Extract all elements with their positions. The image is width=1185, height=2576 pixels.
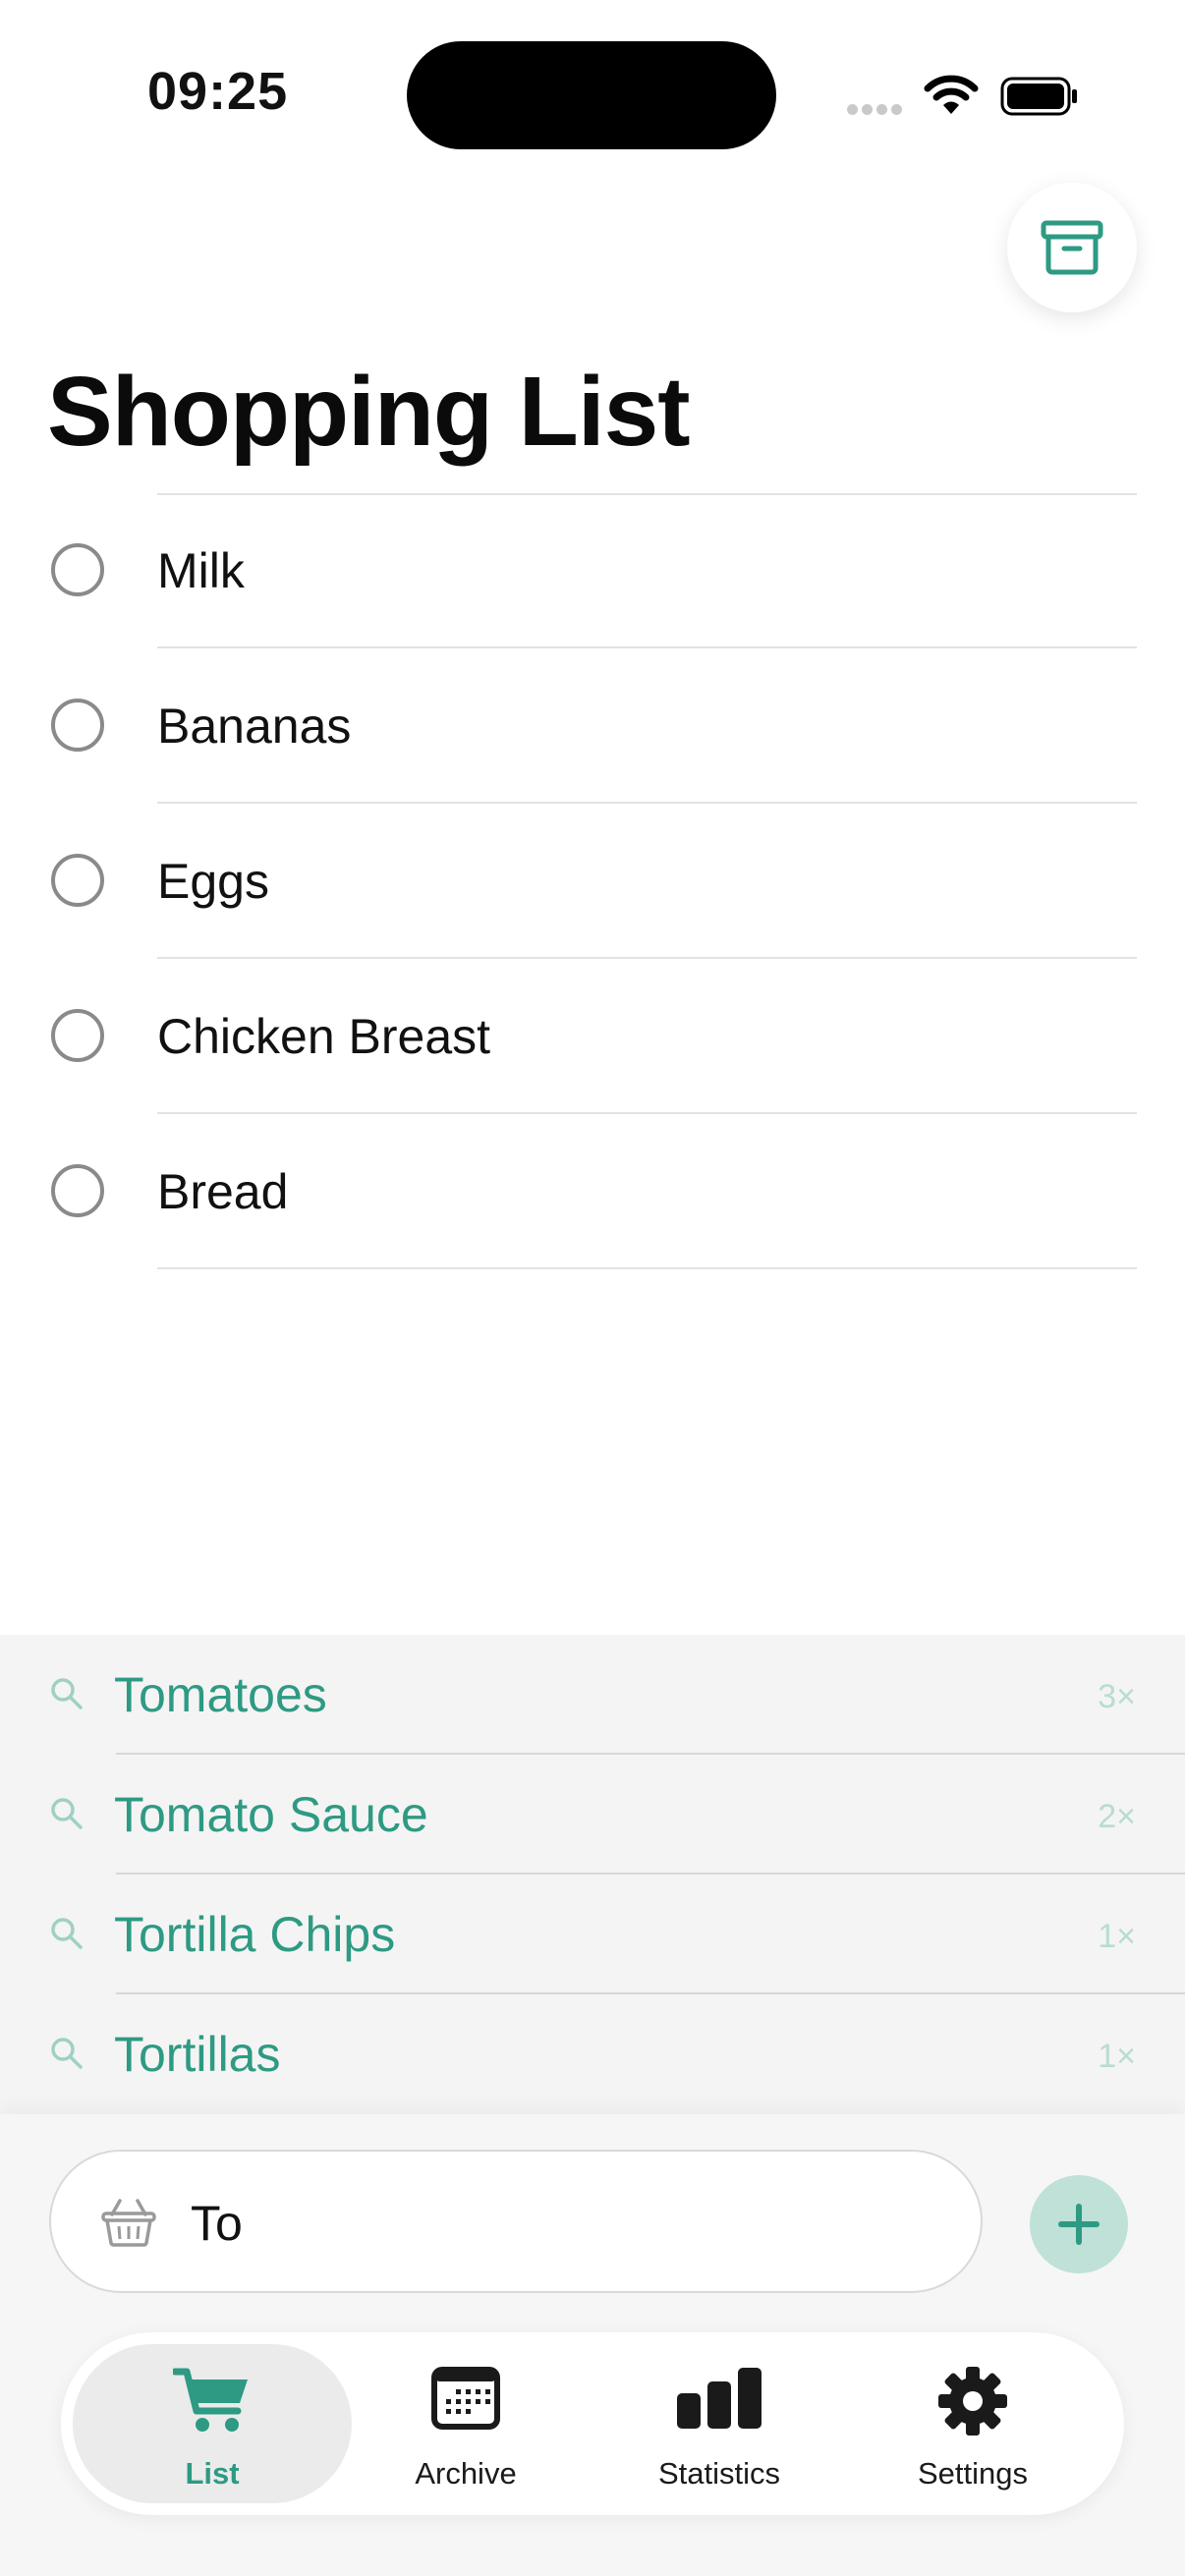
calendar-icon <box>431 2367 500 2430</box>
item-text-input[interactable] <box>189 2181 939 2266</box>
item-label: Eggs <box>157 854 269 909</box>
archive-box-icon <box>1041 220 1103 275</box>
battery-icon <box>1000 77 1079 121</box>
archive-button[interactable] <box>1007 183 1137 312</box>
tab-statistics[interactable]: Statistics <box>580 2344 859 2503</box>
gear-icon <box>938 2367 1007 2436</box>
cart-icon <box>173 2368 248 2432</box>
suggestion-count: 1× <box>1098 1918 1136 1955</box>
suggestion-item[interactable]: Tomato Sauce 2× <box>0 1755 1185 1875</box>
suggestion-name: Tomatoes <box>114 1667 327 1722</box>
suggestion-count: 2× <box>1098 1798 1136 1835</box>
dynamic-island <box>407 41 776 149</box>
item-input-field[interactable] <box>49 2150 983 2293</box>
add-item-button[interactable] <box>1030 2175 1128 2273</box>
wifi-icon <box>924 75 979 121</box>
item-label: Chicken Breast <box>157 1009 491 1064</box>
list-item[interactable]: Chicken Breast <box>0 959 1185 1114</box>
suggestion-item[interactable]: Tomatoes 3× <box>0 1635 1185 1755</box>
checkbox-circle[interactable] <box>51 1009 104 1062</box>
checkbox-circle[interactable] <box>51 699 104 752</box>
bar-chart-icon <box>677 2368 762 2429</box>
suggestion-name: Tomato Sauce <box>114 1787 428 1842</box>
bottom-panel: List Archive Statistics <box>0 2114 1185 2576</box>
plus-icon <box>1058 2204 1100 2245</box>
tab-label: Settings <box>917 2456 1028 2491</box>
tab-list[interactable]: List <box>73 2344 352 2503</box>
list-item[interactable]: Milk <box>0 493 1185 648</box>
tab-label: Archive <box>415 2456 517 2491</box>
tab-bar: List Archive Statistics Settings <box>61 2332 1124 2515</box>
checkbox-circle[interactable] <box>51 543 104 596</box>
list-item[interactable]: Bread <box>0 1114 1185 1269</box>
tab-archive[interactable]: Archive <box>326 2344 605 2503</box>
page-title: Shopping List <box>47 357 691 467</box>
suggestion-list: Tomatoes 3× Tomato Sauce 2× Tortilla Chi… <box>0 1635 1185 2114</box>
item-label: Milk <box>157 543 245 598</box>
item-divider <box>157 1267 1137 1269</box>
basket-icon <box>101 2199 156 2247</box>
list-item[interactable]: Eggs <box>0 804 1185 959</box>
tab-label: Statistics <box>657 2456 781 2491</box>
status-time: 09:25 <box>147 62 289 121</box>
suggestion-count: 1× <box>1098 2038 1136 2075</box>
search-icon <box>51 1798 83 1829</box>
item-label: Bananas <box>157 699 352 754</box>
suggestion-name: Tortilla Chips <box>114 1907 396 1962</box>
suggestion-item[interactable]: Tortilla Chips 1× <box>0 1875 1185 1994</box>
checkbox-circle[interactable] <box>51 854 104 907</box>
search-icon <box>51 1918 83 1949</box>
tab-label: List <box>185 2456 240 2491</box>
checkbox-circle[interactable] <box>51 1164 104 1217</box>
suggestion-item[interactable]: Tortillas 1× <box>0 1994 1185 2114</box>
search-icon <box>51 2038 83 2069</box>
item-label: Bread <box>157 1164 289 1219</box>
list-item[interactable]: Bananas <box>0 648 1185 804</box>
tab-settings[interactable]: Settings <box>833 2344 1112 2503</box>
suggestion-count: 3× <box>1098 1678 1136 1715</box>
cellular-signal-icon <box>847 102 906 120</box>
suggestion-name: Tortillas <box>114 2027 281 2082</box>
search-icon <box>51 1678 83 1709</box>
